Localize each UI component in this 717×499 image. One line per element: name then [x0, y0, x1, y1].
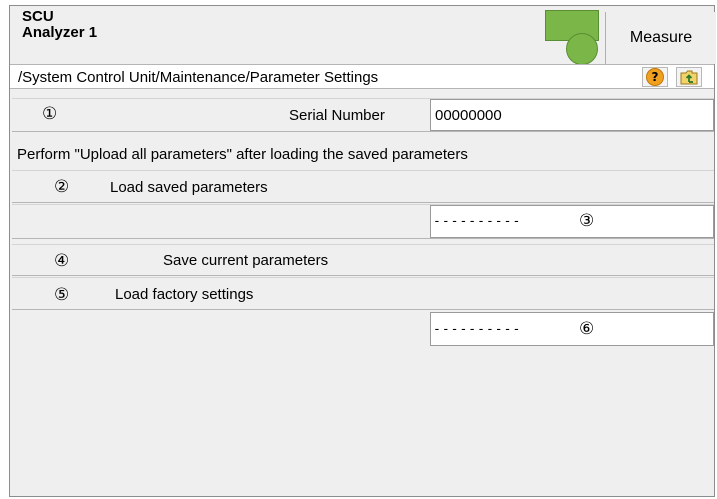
factory-settings-file-field[interactable]: ---------- ⑥ [430, 312, 714, 346]
saved-parameters-row: ---------- ③ [12, 204, 714, 239]
factory-settings-file-value: ---------- [433, 322, 522, 337]
load-factory-settings-label: Load factory settings [115, 286, 254, 303]
save-current-parameters-label: Save current parameters [163, 252, 329, 269]
help-button[interactable]: ? [642, 67, 668, 87]
load-saved-parameters-button[interactable]: ② Load saved parameters [12, 170, 714, 203]
system-name: SCU [22, 8, 54, 25]
save-current-parameters-button[interactable]: ④ Save current parameters [12, 244, 714, 276]
upload-notice: Perform "Upload all parameters" after lo… [17, 146, 468, 163]
serial-number-row: ① Serial Number 00000000 [12, 98, 714, 132]
saved-parameters-file-field[interactable]: ---------- ③ [430, 205, 714, 238]
marker-2: ② [54, 177, 70, 197]
status-light [566, 33, 598, 65]
main-window: SCU Analyzer 1 Measure /System Control U… [9, 5, 716, 497]
serial-number-field[interactable]: 00000000 [430, 99, 714, 131]
header-title: SCU Analyzer 1 [22, 9, 97, 41]
marker-1: ① [42, 104, 58, 124]
breadcrumb-bar: /System Control Unit/Maintenance/Paramet… [10, 64, 714, 89]
help-icon: ? [646, 68, 664, 86]
load-saved-parameters-label: Load saved parameters [110, 179, 268, 196]
analyzer-name: Analyzer 1 [22, 24, 98, 41]
measure-button[interactable]: Measure [605, 12, 716, 64]
breadcrumb: /System Control Unit/Maintenance/Paramet… [18, 69, 379, 86]
marker-6: ⑥ [579, 319, 595, 339]
folder-up-icon [680, 70, 698, 84]
saved-parameters-file-value: ---------- [433, 214, 522, 229]
marker-4: ④ [54, 251, 70, 271]
marker-5: ⑤ [54, 285, 70, 305]
serial-number-label: Serial Number [289, 107, 385, 124]
up-folder-button[interactable] [676, 67, 702, 87]
load-factory-settings-button[interactable]: ⑤ Load factory settings [12, 277, 714, 310]
marker-3: ③ [579, 211, 595, 231]
